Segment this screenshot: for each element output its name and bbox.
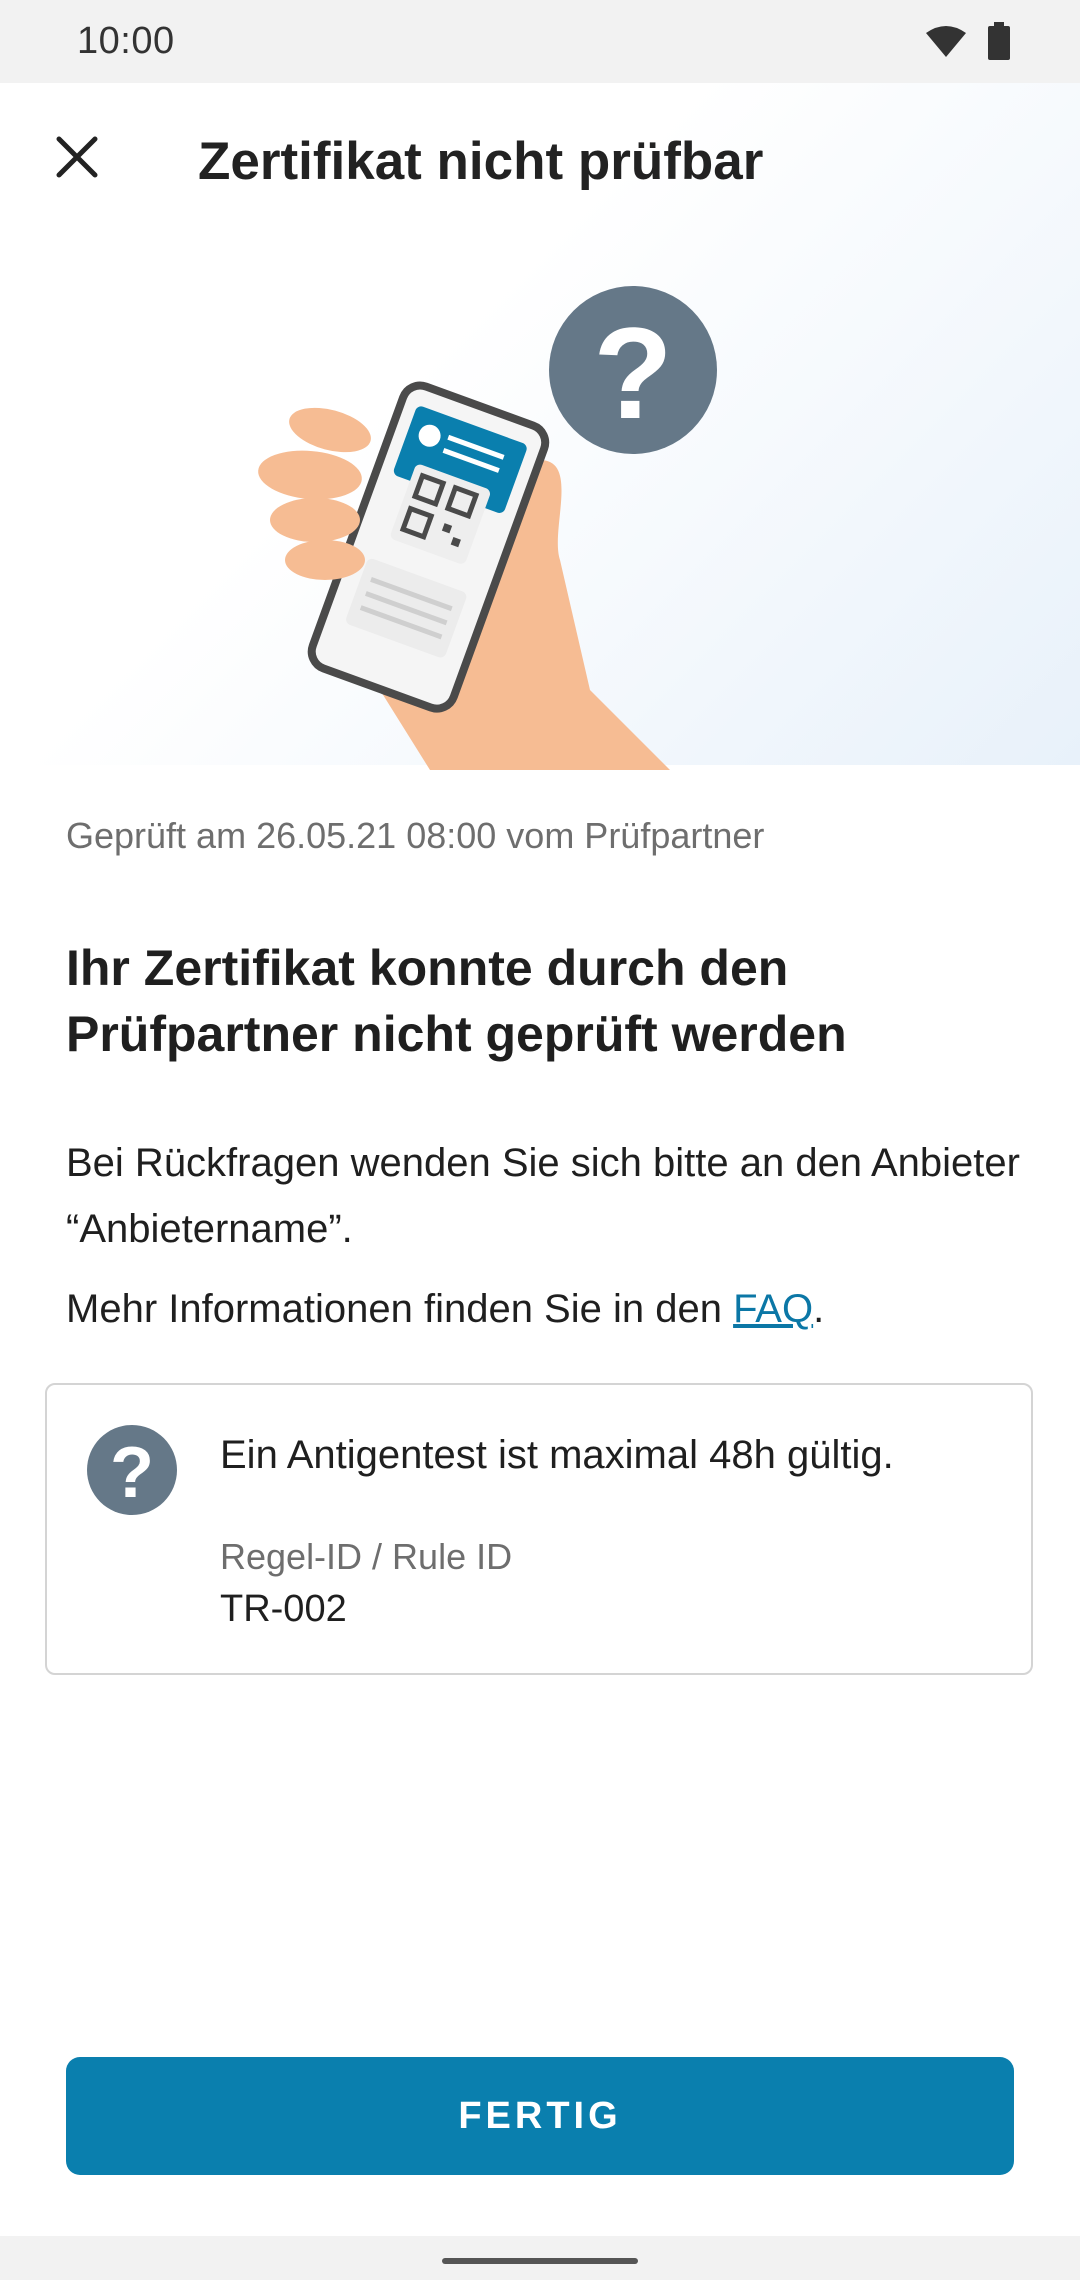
checked-timestamp: Geprüft am 26.05.21 08:00 vom Prüfpartne… (66, 815, 765, 856)
question-badge-icon: ? (549, 286, 717, 454)
phone-hand-illustration: ? (250, 270, 750, 770)
navigation-bar (0, 2236, 1080, 2280)
rule-description: Ein Antigentest ist maximal 48h gültig. (220, 1433, 894, 1477)
svg-text:?: ? (110, 1433, 154, 1513)
gesture-handle[interactable] (442, 2258, 638, 2264)
status-time: 10:00 (77, 20, 175, 62)
close-button[interactable] (48, 130, 106, 188)
rule-id-label: Regel-ID / Rule ID (220, 1536, 513, 1577)
close-icon (55, 135, 99, 184)
svg-text:?: ? (593, 300, 672, 446)
result-headline: Ihr Zertifikat konnte durch den Prüfpart… (66, 940, 847, 1062)
status-icons (926, 22, 1010, 65)
more-info-suffix: . (813, 1287, 825, 1331)
faq-link[interactable]: FAQ (733, 1287, 813, 1331)
rule-id-value: TR-002 (220, 1588, 347, 1630)
more-info-text: Mehr Informationen finden Sie in den FAQ… (66, 1276, 1026, 1342)
status-bar: 10:00 (0, 0, 1080, 83)
contact-text: Bei Rückfragen wenden Sie sich bitte an … (66, 1141, 1020, 1251)
wifi-icon (926, 25, 966, 62)
rule-card: ? Ein Antigentest ist maximal 48h gültig… (45, 1383, 1033, 1675)
battery-icon (988, 22, 1010, 65)
page-title: Zertifikat nicht prüfbar (198, 132, 764, 191)
more-info-prefix: Mehr Informationen finden Sie in den (66, 1287, 734, 1331)
done-button[interactable]: FERTIG (66, 2057, 1014, 2175)
question-icon: ? (87, 1425, 177, 1515)
